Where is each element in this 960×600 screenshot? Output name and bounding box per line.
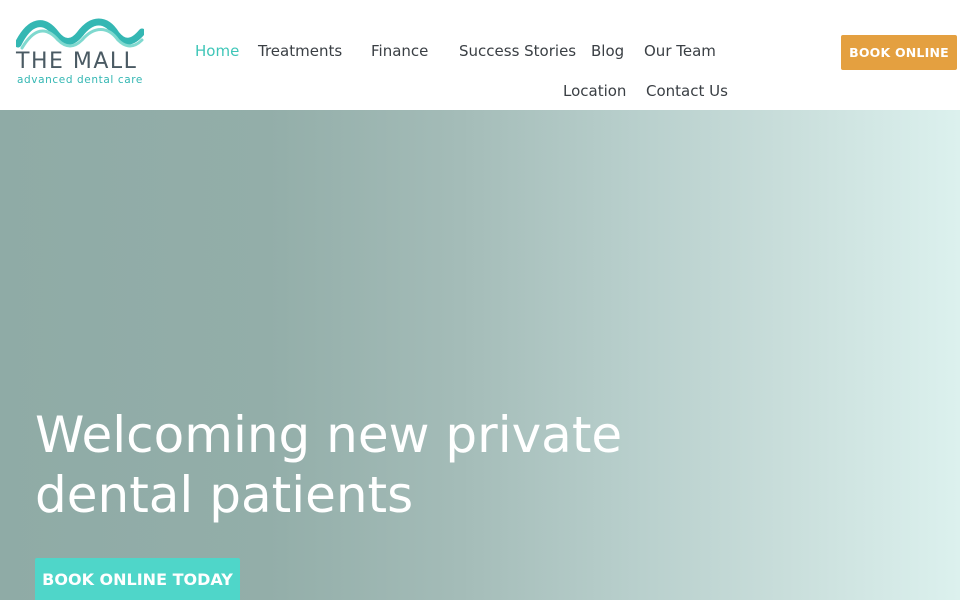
nav-our-team[interactable]: Our Team xyxy=(644,41,716,61)
hero-title-line-2: dental patients xyxy=(35,466,414,524)
book-online-button[interactable]: BOOK ONLINE xyxy=(841,35,957,70)
nav-success-stories[interactable]: Success Stories xyxy=(459,41,576,61)
waves-logo-icon xyxy=(16,18,144,50)
brand-tagline: advanced dental care xyxy=(17,74,143,86)
nav-blog[interactable]: Blog xyxy=(591,41,624,61)
nav-finance[interactable]: Finance xyxy=(371,41,428,61)
hero-title: Welcoming new private dental patients xyxy=(35,405,675,525)
nav-contact-us[interactable]: Contact Us xyxy=(646,81,728,101)
brand-name: THE MALL xyxy=(16,49,138,74)
hero-title-line-1: Welcoming new private xyxy=(35,406,623,464)
nav-treatments[interactable]: Treatments xyxy=(258,41,342,61)
nav-home[interactable]: Home xyxy=(195,41,239,61)
book-online-today-button[interactable]: BOOK ONLINE TODAY xyxy=(35,558,240,600)
site-header: THE MALL advanced dental care Home Treat… xyxy=(0,0,960,110)
hero-banner: Welcoming new private dental patients BO… xyxy=(0,110,960,600)
nav-location[interactable]: Location xyxy=(563,81,626,101)
brand-logo[interactable]: THE MALL advanced dental care xyxy=(14,14,146,90)
